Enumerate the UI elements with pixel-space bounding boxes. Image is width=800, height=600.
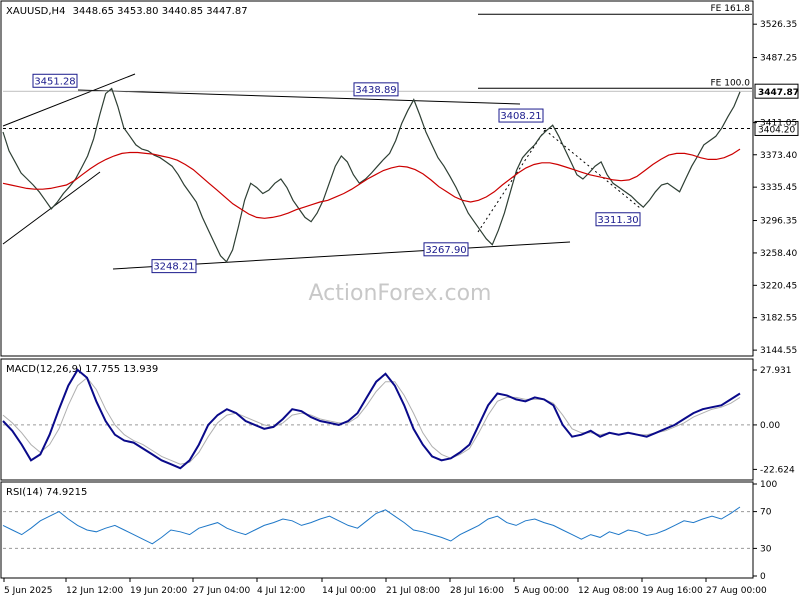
time-axis-label: 27 Jun 04:00: [193, 586, 250, 596]
price-axis: 3526.35 3487.25 3411.05 3373.40 3335.45 3296.…: [753, 20, 797, 356]
time-axis-label: 12 Aug 08:00: [578, 586, 639, 596]
annotation-label: 3451.28: [34, 76, 75, 87]
price-axis-label: 3335.45: [760, 183, 797, 193]
fib-level-label: FE 100.0: [711, 78, 751, 88]
time-axis: 5 Jun 2025 12 Jun 12:00 19 Jun 20:00 27 Jun…: [3, 578, 767, 596]
annotation-label: 3311.30: [597, 215, 638, 226]
rsi-axis-label: 30: [760, 544, 772, 554]
fib-level-label: FE 161.8: [711, 4, 751, 14]
price-axis-label: 3296.35: [760, 217, 797, 227]
time-axis-label: 21 Jul 08:00: [386, 586, 440, 596]
price-axis-label: 3144.55: [760, 346, 797, 356]
time-axis-label: 12 Jun 12:00: [66, 586, 123, 596]
price-axis-label: 3258.40: [760, 249, 797, 259]
macd-axis-label: 27.931: [760, 366, 792, 376]
price-axis-label: 3487.25: [760, 54, 797, 64]
annotation-label: 3408.21: [500, 111, 541, 122]
rsi-axis-label: 100: [760, 480, 777, 490]
time-axis-label: 28 Jul 16:00: [450, 586, 504, 596]
symbol-label: XAUUSD,H4 3448.65 3453.80 3440.85 3447.8…: [6, 6, 248, 17]
time-axis-label: 19 Aug 16:00: [642, 586, 703, 596]
current-price-label: 3447.87: [758, 88, 799, 98]
price-axis-label: 3411.05: [760, 119, 797, 129]
macd-axis-label: 0.00: [760, 421, 780, 431]
rsi-axis-label: 70: [760, 508, 772, 518]
price-axis-label: 3182.55: [760, 314, 797, 324]
time-axis-label: 27 Aug 00:00: [706, 586, 767, 596]
price-axis-label: 3526.35: [760, 20, 797, 30]
time-axis-label: 5 Aug 00:00: [514, 586, 569, 596]
annotation-label: 3248.21: [153, 262, 194, 273]
symbol: XAUUSD,H4: [6, 6, 65, 17]
rsi-panel-frame: [0, 481, 754, 579]
ohlc-readout: 3448.65 3453.80 3440.85 3447.87: [73, 6, 248, 17]
price-axis-label: 3220.45: [760, 281, 797, 291]
macd-axis-label: -22.624: [760, 465, 795, 475]
time-axis-label: 5 Jun 2025: [4, 586, 52, 596]
chart-canvas: ActionForex.com XAUUSD,H4 3448.65 3453.8…: [0, 0, 799, 596]
annotation-label: 3267.90: [425, 245, 466, 256]
macd-panel-frame: [0, 358, 754, 481]
time-axis-label: 4 Jul 12:00: [257, 586, 306, 596]
price-axis-label: 3373.40: [760, 151, 797, 161]
time-axis-label: 19 Jun 20:00: [130, 586, 187, 596]
rsi-axis-label: 0: [760, 572, 766, 582]
annotation-label: 3438.89: [355, 85, 396, 96]
watermark: ActionForex.com: [309, 281, 492, 306]
rsi-title: RSI(14) 74.9215: [6, 487, 87, 498]
time-axis-label: 14 Jul 00:00: [322, 586, 376, 596]
